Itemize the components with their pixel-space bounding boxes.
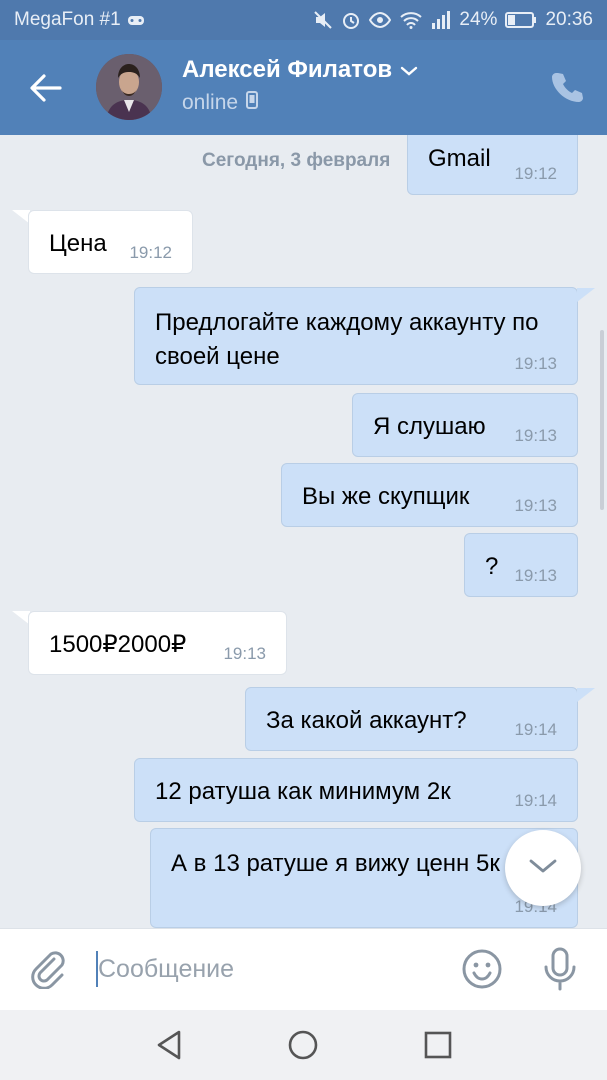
date-separator: Сегодня, 3 февраля [196, 148, 397, 174]
message-bubble-out[interactable]: 12 ратуша как минимум 2к 19:14 [134, 758, 578, 822]
chevron-down-icon [400, 56, 418, 84]
message-bubble-out[interactable]: Предлогайте каждому аккаунту по своей це… [134, 287, 578, 385]
status-icons: 24% 20:36 [313, 9, 593, 31]
gamepad-icon [127, 13, 145, 27]
message-time: 19:12 [129, 243, 172, 262]
smile-icon[interactable] [460, 947, 504, 991]
system-nav-bar [0, 1010, 607, 1080]
bubble-tail [577, 288, 595, 302]
status-bar: MegaFon #1 24% 20:36 [0, 0, 607, 40]
message-bubble-out[interactable]: За какой аккаунт? 19:14 [245, 687, 578, 751]
message-composer [0, 928, 607, 1010]
home-circle-icon[interactable] [286, 1028, 320, 1062]
message-text: А в 13 ратуше я вижу ценн 5к [171, 850, 500, 877]
message-text: Предлогайте каждому аккаунту по своей це… [155, 309, 539, 370]
bubble-tail [577, 688, 595, 702]
back-triangle-icon[interactable] [153, 1028, 187, 1062]
chevron-down-icon [528, 857, 558, 880]
clock: 20:36 [545, 9, 593, 30]
signal-icon [431, 11, 451, 29]
message-time: 19:13 [514, 566, 557, 585]
arrow-left-icon[interactable] [28, 70, 64, 106]
message-bubble-out[interactable]: Я слушаю 19:13 [352, 393, 578, 457]
contact-status: online [182, 91, 259, 115]
message-time: 19:14 [514, 791, 557, 810]
phone-icon[interactable] [550, 70, 584, 104]
contact-name-text: Алексей Филатов [182, 56, 393, 83]
eye-icon [369, 12, 392, 28]
carrier-name: MegaFon #1 [14, 9, 121, 30]
message-bubble-out[interactable]: Gmail 19:12 [407, 135, 578, 195]
contact-status-text: online [182, 91, 239, 114]
message-time: 19:13 [514, 426, 557, 445]
message-time: 19:13 [223, 644, 266, 663]
scroll-down-button[interactable] [505, 830, 581, 906]
message-time: 19:12 [514, 164, 557, 183]
contact-name[interactable]: Алексей Филатов [182, 56, 418, 84]
wifi-icon [399, 11, 423, 29]
recents-square-icon[interactable] [421, 1028, 455, 1062]
message-bubble-out[interactable]: ? 19:13 [464, 533, 578, 597]
mobile-icon [246, 91, 259, 115]
message-time: 19:13 [514, 496, 557, 515]
message-bubble-in[interactable]: 1500₽2000₽ 19:13 [28, 611, 287, 675]
message-input[interactable] [98, 949, 438, 989]
carrier: MegaFon #1 [14, 9, 145, 31]
avatar[interactable] [96, 54, 162, 120]
message-bubble-out[interactable]: Вы же скупщик 19:13 [281, 463, 578, 527]
paperclip-icon[interactable] [28, 949, 68, 990]
message-bubble-in[interactable]: Цена 19:12 [28, 210, 193, 274]
alarm-icon [341, 10, 361, 30]
battery-icon [505, 12, 537, 28]
microphone-icon[interactable] [540, 945, 580, 993]
message-time: 19:14 [514, 720, 557, 739]
message-list[interactable]: Gmail 19:12 Сегодня, 3 февраля Цена 19:1… [0, 135, 607, 928]
mute-icon [313, 10, 333, 30]
battery-percent: 24% [459, 9, 498, 30]
chat-header: Алексей Филатов online [0, 40, 607, 135]
scrollbar[interactable] [600, 330, 604, 510]
message-time: 19:13 [514, 354, 557, 373]
